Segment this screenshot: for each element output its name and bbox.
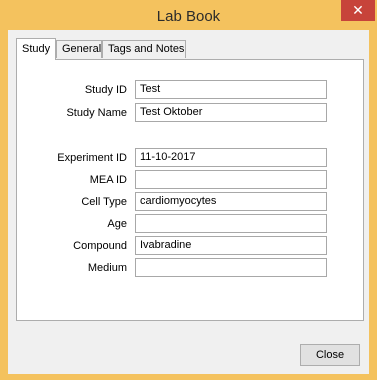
compound-field[interactable]: Ivabradine [135,236,327,255]
close-button[interactable]: Close [300,344,360,366]
cell-type-field[interactable]: cardiomyocytes [135,192,327,211]
study-id-field[interactable]: Test [135,80,327,99]
age-label: Age [107,218,127,230]
age-field[interactable] [135,214,327,233]
cell-type-label: Cell Type [81,196,127,208]
study-tab-panel: Study ID Test Study Name Test Oktober Ex… [16,59,364,321]
study-name-label: Study Name [66,107,127,119]
experiment-id-label: Experiment ID [57,152,127,164]
window-title: Lab Book [156,8,221,25]
medium-label: Medium [87,262,127,274]
experiment-id-field[interactable]: 11-10-2017 [135,148,327,167]
medium-field[interactable] [135,258,327,277]
study-id-label: Study ID [84,84,127,96]
compound-label: Compound [73,240,127,252]
title-bar[interactable]: Lab Book ✕ [0,0,377,30]
tab-study[interactable]: Study [16,38,56,60]
lab-book-window: Lab Book ✕ Study General Tags and Notes … [0,0,377,380]
tab-general[interactable]: General [56,40,102,58]
study-name-field[interactable]: Test Oktober [135,103,327,122]
close-icon[interactable]: ✕ [341,0,375,21]
dialog-client-area: Study General Tags and Notes Study ID Te… [8,30,369,374]
mea-id-field[interactable] [135,170,327,189]
mea-id-label: MEA ID [89,174,127,186]
tab-tags-and-notes[interactable]: Tags and Notes [102,40,186,58]
